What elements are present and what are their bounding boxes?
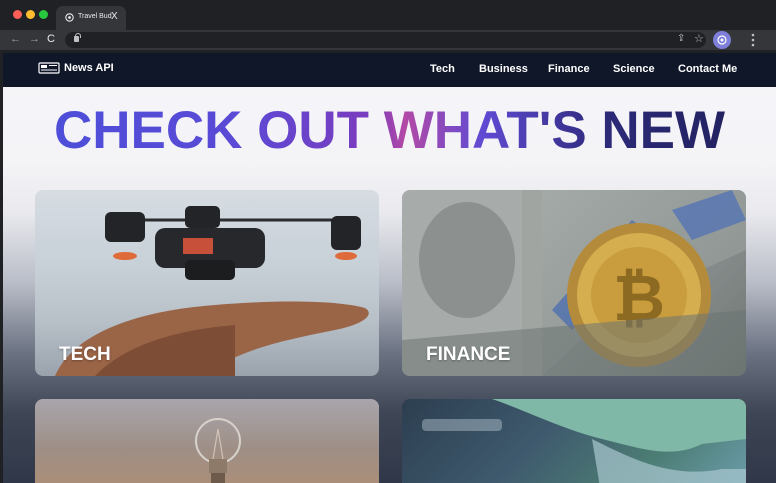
browser-tab[interactable]: Travel Bud X [56, 6, 126, 30]
newspaper-logo-icon [38, 62, 60, 74]
browser-menu-icon[interactable] [745, 32, 761, 48]
browser-toolbar: ← → C [0, 30, 776, 50]
nav-link-science[interactable]: Science [613, 63, 655, 75]
web-page: News API Tech Business Finance Science C… [3, 53, 776, 483]
tab-title: Travel Bud [78, 13, 112, 20]
finance-card-label: FINANCE [426, 344, 511, 365]
close-window-button[interactable] [13, 10, 22, 19]
nav-link-business[interactable]: Business [479, 63, 528, 75]
maximize-window-button[interactable] [39, 10, 48, 19]
gear-favicon-icon [65, 13, 74, 22]
nav-link-tech[interactable]: Tech [430, 63, 455, 75]
hero: CHECK OUT WHAT'S NEW [3, 100, 776, 162]
hero-title: CHECK OUT WHAT'S NEW [3, 100, 776, 162]
bookmark-star-icon[interactable]: ☆ [694, 32, 704, 45]
share-icon[interactable]: ⇪ [677, 33, 685, 44]
lab-gloves-image [422, 399, 746, 483]
site-navbar: News API Tech Business Finance Science C… [3, 53, 776, 87]
science-card[interactable] [35, 399, 379, 483]
profile-avatar[interactable] [713, 31, 731, 49]
back-arrow-icon[interactable]: ← [10, 32, 21, 46]
reload-icon[interactable]: C [47, 32, 55, 46]
forward-arrow-icon[interactable]: → [29, 32, 40, 46]
browser-chrome: Travel Bud X ← → C ⇪ ☆ [0, 0, 776, 53]
tech-card[interactable]: TECH [35, 190, 379, 376]
tab-close-icon[interactable]: X [111, 11, 118, 23]
lock-icon [74, 33, 81, 42]
brand[interactable]: News API [38, 62, 114, 74]
finance-card[interactable]: ₿ FINANCE [402, 190, 746, 376]
gear-profile-icon [717, 35, 727, 45]
light-bulb-image [195, 418, 241, 483]
nav-link-contact-me[interactable]: Contact Me [678, 63, 737, 75]
brand-name: News API [64, 62, 114, 74]
title-bar: Travel Bud X [0, 0, 776, 30]
lab-card[interactable] [402, 399, 746, 483]
nav-link-finance[interactable]: Finance [548, 63, 590, 75]
tech-card-label: TECH [59, 344, 111, 365]
minimize-window-button[interactable] [26, 10, 35, 19]
address-bar[interactable] [65, 32, 706, 48]
